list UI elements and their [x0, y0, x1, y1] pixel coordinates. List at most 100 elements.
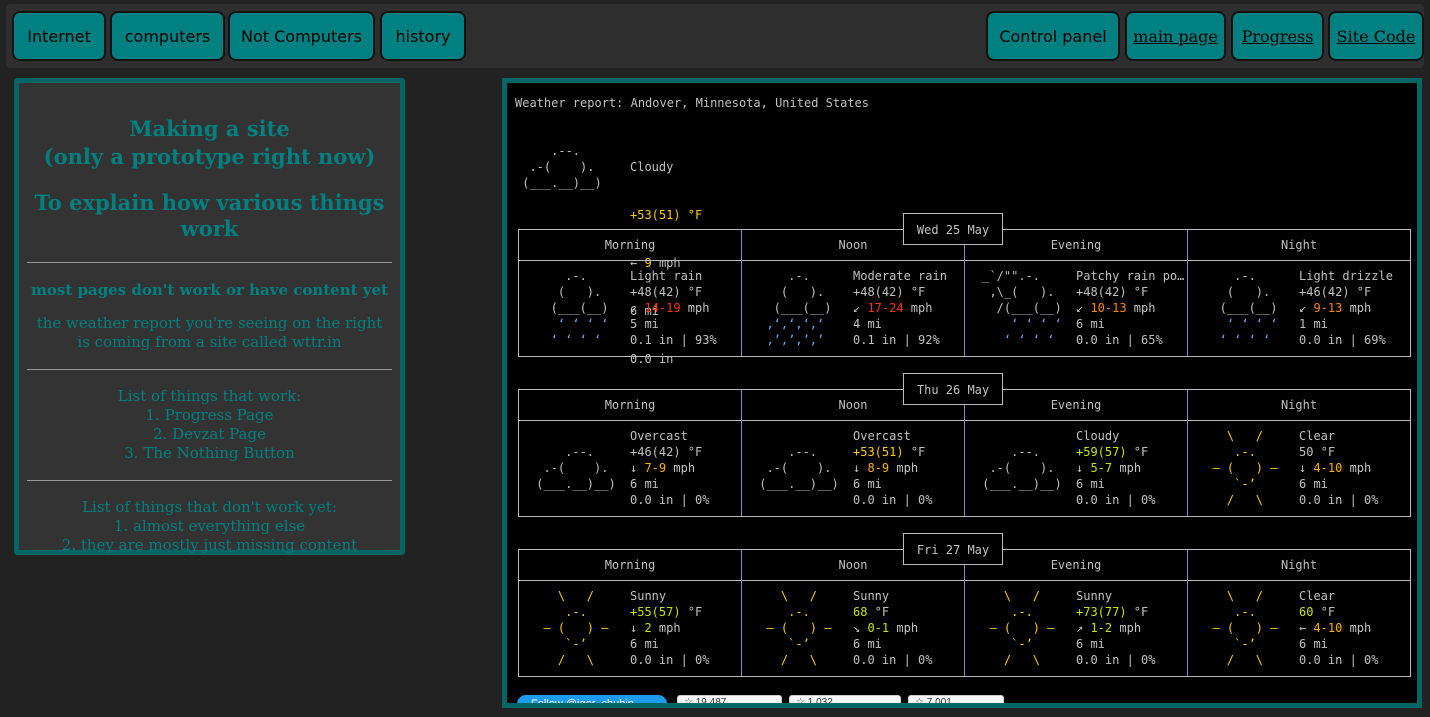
- star-icon: ☆: [915, 697, 924, 708]
- weather-art-icon: .-. ( ). (___(__) ‚‘‚‘‚‘‚‘ ‚’‚’‚’‚’: [752, 269, 846, 347]
- twitter-follow-button[interactable]: Follow @igor_chubin: [517, 695, 667, 703]
- weather-info: Overcast +53(51) °F ↓ 8-9 mph 6 mi 0.0 in | …: [853, 428, 932, 508]
- control-panel-button[interactable]: Control panel: [986, 11, 1120, 61]
- list-item: 3. The Nothing Button: [124, 444, 295, 462]
- forecast-wind: ↙ 17-24 mph: [853, 301, 933, 315]
- star-count: 7,001: [926, 697, 952, 708]
- weather-location: Weather report: Andover, Minnesota, Unit…: [515, 96, 870, 110]
- forecast-temp: +59(57) °F: [1076, 445, 1149, 459]
- forecast-condition: Patchy rain po…: [1076, 269, 1185, 283]
- github-star-button[interactable]: ☆ 7,001: [908, 695, 1004, 708]
- forecast-day-table: Morning Noon Evening Night \ / .-. ― ( ) ― …: [518, 549, 1411, 677]
- progress-link[interactable]: Progress: [1231, 11, 1324, 61]
- period-header-night: Night: [1280, 238, 1318, 252]
- forecast-wind: ↓ 7-9 mph: [630, 461, 696, 475]
- forecast-visibility: 6 mi: [1076, 317, 1105, 331]
- weather-art-icon: _`/"".-. ,\_( ). /(___(__) ‘ ‘ ‘ ‘ ‘ ‘ ‘…: [975, 269, 1069, 347]
- title-line-2: (only a prototype right now): [43, 144, 376, 169]
- forecast-cell: .-. ( ). (___(__) ‚‘‚‘‚‘‚‘ ‚’‚’‚’‚’ Mode…: [742, 268, 964, 356]
- forecast-day-table: Morning Noon Evening Night .--. .-( ). (___…: [518, 389, 1411, 517]
- weather-note-line-2: is coming from a site called wttr.in: [77, 333, 342, 351]
- forecast-cell: .--. .-( ). (___.__)__) Overcast +53(51) …: [742, 428, 964, 516]
- nav-history-button[interactable]: history: [380, 11, 466, 61]
- info-panel: Making a site (only a prototype right no…: [14, 78, 405, 555]
- forecast-wind: ↘ 0-1 mph: [853, 621, 919, 635]
- star-count: 19,487: [695, 697, 727, 708]
- weather-note-line-1: the weather report you're seeing on the …: [36, 314, 383, 332]
- weather-info: Cloudy +59(57) °F ↓ 5-7 mph 6 mi 0.0 in | 0%: [1076, 428, 1155, 508]
- forecast-precip: 0.0 in | 0%: [1076, 653, 1156, 667]
- forecast-condition: Clear: [1299, 429, 1336, 443]
- divider: [27, 369, 392, 370]
- weather-art-icon: .--. .-( ). (___.__)__): [982, 445, 1062, 491]
- forecast-wind: ↓ 2 mph: [630, 621, 681, 635]
- weather-art-icon: .--. .-( ). (___.__)__): [536, 445, 616, 491]
- not-works-list: List of things that don't work yet: 1. a…: [19, 498, 400, 555]
- forecast-condition: Overcast: [630, 429, 688, 443]
- forecast-temp: +46(42) °F: [630, 445, 703, 459]
- forecast-cell: \ / .-. ― ( ) ― `-’ / \ Sunny +73(77) °F ↗…: [965, 588, 1187, 676]
- forecast-precip: 0.0 in | 0%: [630, 653, 710, 667]
- weather-info: Sunny 68 °F ↘ 0-1 mph 6 mi 0.0 in | 0%: [853, 588, 932, 668]
- star-icon: ☆: [684, 697, 693, 708]
- star-icon: ☆: [796, 697, 805, 708]
- forecast-precip: 0.0 in | 0%: [1299, 653, 1379, 667]
- nav-not-computers-button[interactable]: Not Computers: [228, 11, 375, 61]
- forecast-date-label: Thu 26 May: [903, 373, 1003, 405]
- status-note: most pages don't work or have content ye…: [31, 281, 388, 299]
- main-page-link[interactable]: main page: [1125, 11, 1226, 61]
- site-code-link[interactable]: Site Code: [1328, 11, 1424, 61]
- weather-art-icon: .--. .-( ). (___.__)__): [759, 445, 839, 491]
- forecast-condition: Sunny: [853, 589, 890, 603]
- forecast-cell: _`/"".-. ,\_( ). /(___(__) ‘ ‘ ‘ ‘ ‘ ‘ ‘…: [965, 268, 1187, 356]
- forecast-visibility: 1 mi: [1299, 317, 1328, 331]
- weather-report-frame[interactable]: Weather report: Andover, Minnesota, Unit…: [502, 78, 1422, 708]
- not-works-heading: List of things that don't work yet:: [82, 498, 337, 516]
- forecast-cell: \ / .-. ― ( ) ― `-’ / \ Clear 60 °F ← 4-10…: [1188, 588, 1410, 676]
- weather-info: Overcast +46(42) °F ↓ 7-9 mph 6 mi 0.0 in | …: [630, 428, 709, 508]
- page-subtitle: To explain how various things work: [34, 190, 385, 241]
- works-list: List of things that work: 1. Progress Pa…: [19, 387, 400, 463]
- divider: [27, 480, 392, 481]
- forecast-temp: 68 °F: [853, 605, 890, 619]
- nav-internet-button[interactable]: Internet: [12, 11, 106, 61]
- forecast-temp: +55(57) °F: [630, 605, 703, 619]
- forecast-condition: Light rain: [630, 269, 703, 283]
- github-star-button[interactable]: ☆ 1,032: [789, 695, 901, 708]
- forecast-day-table: Morning Noon Evening Night .-. ( ). (___(__…: [518, 229, 1411, 357]
- forecast-visibility: 6 mi: [853, 637, 882, 651]
- period-header-morning: Morning: [604, 238, 656, 252]
- weather-info: Sunny +55(57) °F ↓ 2 mph 6 mi 0.0 in | 0%: [630, 588, 709, 668]
- weather-art-icon: \ / .-. ― ( ) ― `-’ / \: [1198, 589, 1292, 667]
- forecast-wind: ↗ 1-2 mph: [1076, 621, 1142, 635]
- forecast-wind: ← 4-10 mph: [1299, 621, 1372, 635]
- forecast-temp: +48(42) °F: [1076, 285, 1149, 299]
- forecast-condition: Overcast: [853, 429, 911, 443]
- forecast-wind: ↓ 8-9 mph: [853, 461, 919, 475]
- forecast-visibility: 6 mi: [1299, 477, 1328, 491]
- works-heading: List of things that work:: [117, 387, 302, 405]
- weather-info: Light rain +48(42) °F ↙ 14-19 mph 5 mi 0.1 i…: [630, 268, 717, 348]
- forecast-cell: \ / .-. ― ( ) ― `-’ / \ Clear 50 °F ↓ 4-10…: [1188, 428, 1410, 516]
- weather-info: Light drizzle +46(42) °F ↙ 9-13 mph 1 mi 0.0…: [1299, 268, 1393, 348]
- nav-computers-button[interactable]: computers: [110, 11, 225, 61]
- list-item: 2. they are mostly just missing content: [61, 536, 358, 554]
- forecast-visibility: 6 mi: [630, 637, 659, 651]
- weather-art-icon: .-. ( ). (___(__) ‘ ‘ ‘ ‘ ‘ ‘ ‘ ‘: [1198, 269, 1292, 347]
- forecast-wind: ↙ 10-13 mph: [1076, 301, 1156, 315]
- forecast-condition: Sunny: [1076, 589, 1113, 603]
- star-count: 1,032: [807, 697, 833, 708]
- forecast-temp: +53(51) °F: [853, 445, 926, 459]
- forecast-condition: Cloudy: [1076, 429, 1120, 443]
- weather-art-icon: \ / .-. ― ( ) ― `-’ / \: [975, 589, 1069, 667]
- weather-info: Moderate rain +48(42) °F ↙ 17-24 mph 4 mi 0.…: [853, 268, 947, 348]
- page-title: Making a site (only a prototype right no…: [19, 115, 400, 171]
- forecast-condition: Clear: [1299, 589, 1336, 603]
- forecast-visibility: 6 mi: [1076, 637, 1105, 651]
- github-star-button[interactable]: ☆ 19,487: [677, 695, 782, 708]
- forecast-temp: +48(42) °F: [630, 285, 703, 299]
- weather-art-icon: .-. ( ). (___(__) ‘ ‘ ‘ ‘ ‘ ‘ ‘ ‘: [529, 269, 623, 347]
- weather-info: Patchy rain po… +48(42) °F ↙ 10-13 mph 6 mi…: [1076, 268, 1184, 348]
- forecast-wind: ↙ 9-13 mph: [1299, 301, 1372, 315]
- forecast-visibility: 6 mi: [630, 477, 659, 491]
